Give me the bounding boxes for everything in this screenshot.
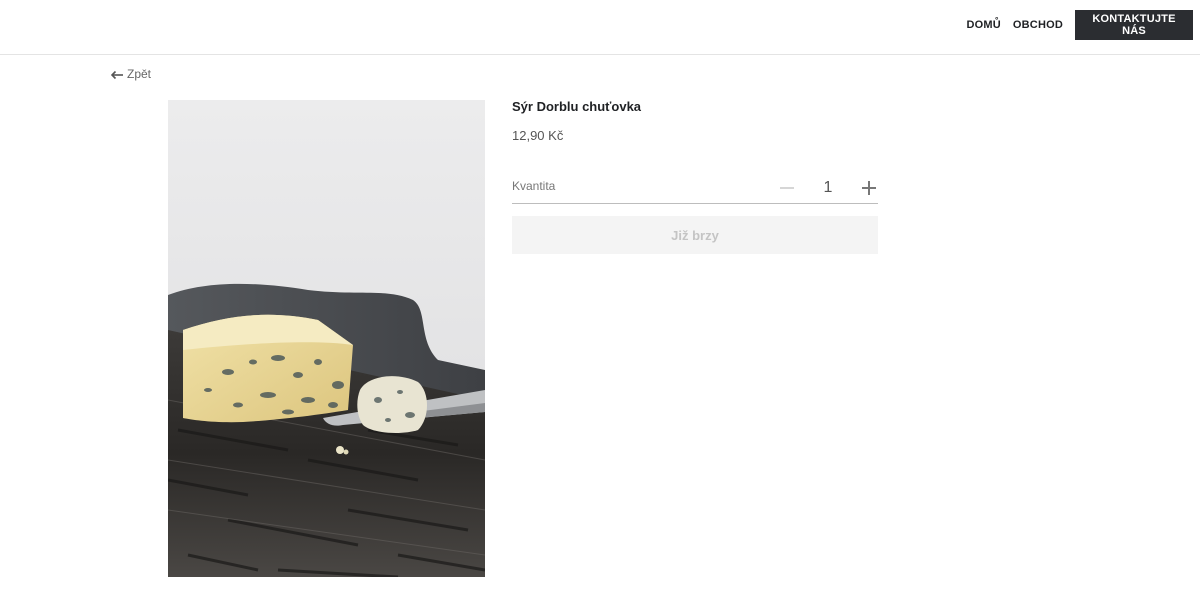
plus-icon[interactable] [860, 179, 878, 197]
contact-button[interactable]: KONTAKTUJTE NÁS [1075, 10, 1193, 40]
back-label: Zpět [127, 67, 152, 81]
quantity-stepper: 1 [778, 173, 878, 203]
coming-soon-button[interactable]: Již brzy [512, 216, 878, 254]
product-price: 12,90 Kč [512, 128, 564, 143]
product-info: Sýr Dorblu chuťovka 12,90 Kč Kvantita 1 … [512, 98, 878, 254]
nav-home-link[interactable]: DOMŮ [966, 19, 1000, 31]
site-header: DOMŮ OBCHOD KONTAKTUJTE NÁS [0, 0, 1200, 55]
main-nav: DOMŮ OBCHOD KONTAKTUJTE NÁS [966, 10, 1193, 40]
quantity-row: Kvantita 1 [512, 173, 878, 204]
nav-shop-link[interactable]: OBCHOD [1013, 19, 1063, 31]
minus-icon[interactable] [778, 179, 796, 197]
back-link[interactable]: Zpět [110, 67, 152, 81]
quantity-label: Kvantita [512, 179, 556, 193]
arrow-left-icon [110, 69, 124, 80]
product-title: Sýr Dorblu chuťovka [512, 99, 642, 114]
quantity-value[interactable]: 1 [796, 179, 860, 197]
product-image [168, 100, 485, 577]
